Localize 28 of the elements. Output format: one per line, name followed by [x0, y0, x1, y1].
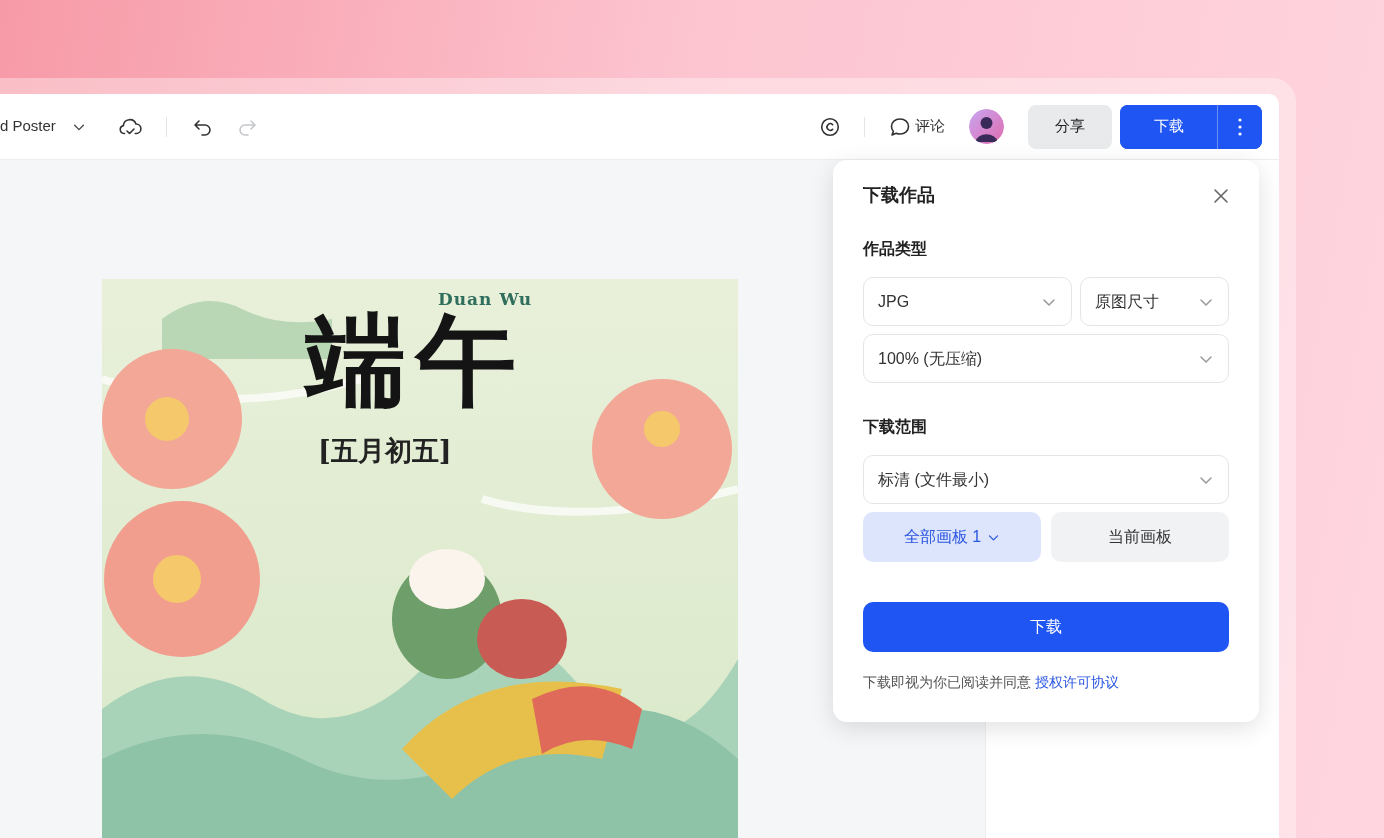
select-value: JPG: [878, 291, 910, 312]
section-label: 作品类型: [863, 239, 928, 259]
quality-select[interactable]: 100% (无压缩): [863, 334, 1229, 383]
select-value: 原图尺寸: [1095, 291, 1159, 312]
poster-subtitle: Duan Wu: [438, 288, 533, 311]
scope-tab[interactable]: 全部画板 1: [863, 512, 1041, 562]
more-button[interactable]: [1217, 104, 1262, 149]
more-icon: [1238, 117, 1242, 136]
share-button[interactable]: 分享: [1028, 104, 1112, 149]
comment-icon[interactable]: [889, 116, 911, 137]
agreement-text: 下载即视为你已阅读并同意 授权许可协议: [863, 673, 1120, 692]
copyright-icon[interactable]: [820, 116, 840, 137]
license-link[interactable]: 授权许可协议: [1034, 674, 1119, 690]
poster-date: [五月初五]: [318, 434, 452, 468]
dialog-title: 下载作品: [863, 184, 935, 207]
close-icon[interactable]: [1213, 187, 1229, 204]
avatar[interactable]: [969, 109, 1004, 144]
cloud-check-icon[interactable]: [117, 116, 142, 137]
submit-button[interactable]: 下载: [863, 602, 1229, 652]
section-label: 下载范围: [863, 417, 928, 437]
resolution-select[interactable]: 标清 (文件最小): [863, 455, 1229, 504]
size-select[interactable]: 原图尺寸: [1080, 277, 1229, 326]
scope-tab[interactable]: 当前画板: [1051, 512, 1229, 562]
select-value: 标清 (文件最小): [878, 469, 990, 490]
document-title[interactable]: d Poster: [0, 115, 56, 138]
select-value: 100% (无压缩): [878, 348, 983, 369]
comment-label[interactable]: 评论: [915, 115, 945, 138]
format-select[interactable]: JPG: [863, 277, 1072, 326]
